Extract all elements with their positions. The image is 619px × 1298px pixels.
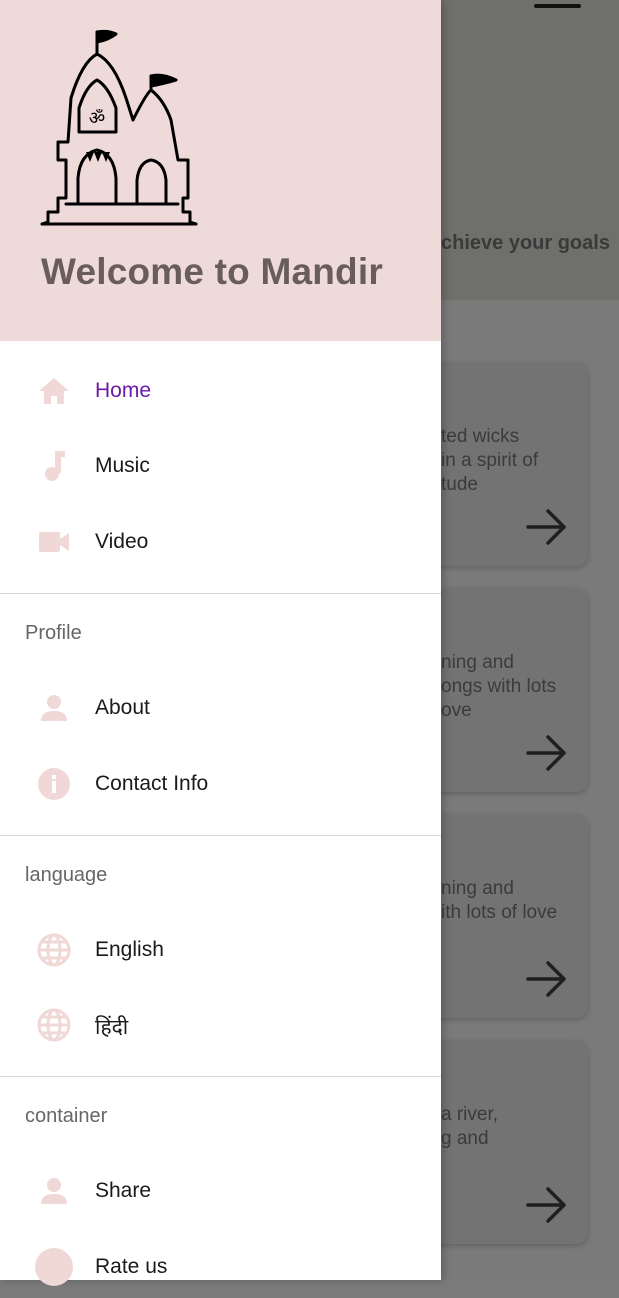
globe-icon xyxy=(37,933,71,967)
nav-label: Video xyxy=(95,530,149,553)
welcome-title: Welcome to Mandir xyxy=(41,251,383,292)
nav-item-hindi[interactable]: हिंदी xyxy=(0,996,441,1056)
navigation-drawer: ॐ Welcome to Mandir Home Music Video Pro… xyxy=(0,0,441,1286)
divider xyxy=(0,593,441,594)
menu-icon[interactable] xyxy=(534,4,581,8)
background-card-text: ted wicks in a spirit of tude xyxy=(441,426,539,495)
nav-item-music[interactable]: Music xyxy=(0,437,441,497)
globe-icon xyxy=(37,1008,71,1042)
section-title-container: container xyxy=(25,1105,108,1127)
nav-item-contact-info[interactable]: Contact Info xyxy=(0,755,441,815)
music-note-icon xyxy=(37,449,71,483)
arrow-right-icon[interactable] xyxy=(526,507,568,547)
nav-label: Home xyxy=(95,379,152,402)
person-icon xyxy=(37,691,71,725)
circle-icon xyxy=(35,1248,73,1286)
nav-label: English xyxy=(95,938,164,961)
section-title-language: language xyxy=(25,864,108,886)
nav-label: About xyxy=(95,696,150,719)
videocam-icon xyxy=(37,525,71,559)
background-card-text: a river, g and xyxy=(441,1104,499,1149)
arrow-right-icon[interactable] xyxy=(526,959,568,999)
background-header-text: chieve your goals xyxy=(441,232,610,254)
home-icon xyxy=(37,374,71,408)
nav-label: Music xyxy=(95,454,150,477)
nav-label: Rate us xyxy=(95,1255,168,1278)
nav-label: Contact Info xyxy=(95,772,209,795)
nav-item-rate-us[interactable]: Rate us xyxy=(0,1238,441,1298)
nav-item-about[interactable]: About xyxy=(0,679,441,739)
nav-label: हिंदी xyxy=(95,1015,129,1039)
person-icon xyxy=(37,1174,71,1208)
divider xyxy=(0,835,441,836)
nav-item-video[interactable]: Video xyxy=(0,513,441,573)
temple-logo-icon: ॐ xyxy=(40,29,198,226)
arrow-right-icon[interactable] xyxy=(526,1185,568,1225)
nav-item-share[interactable]: Share xyxy=(0,1162,441,1222)
background-card-text: ning and ongs with lots ove xyxy=(441,652,557,721)
nav-label: Share xyxy=(95,1179,152,1202)
divider xyxy=(0,1076,441,1077)
drawer-header: ॐ Welcome to Mandir xyxy=(0,0,441,341)
info-icon xyxy=(37,767,71,801)
svg-text:ॐ: ॐ xyxy=(89,108,105,129)
section-title-profile: Profile xyxy=(25,622,82,644)
background-card-text: ning and ith lots of love xyxy=(441,878,558,923)
arrow-right-icon[interactable] xyxy=(526,733,568,773)
nav-item-english[interactable]: English xyxy=(0,921,441,981)
nav-item-home[interactable]: Home xyxy=(0,362,441,422)
